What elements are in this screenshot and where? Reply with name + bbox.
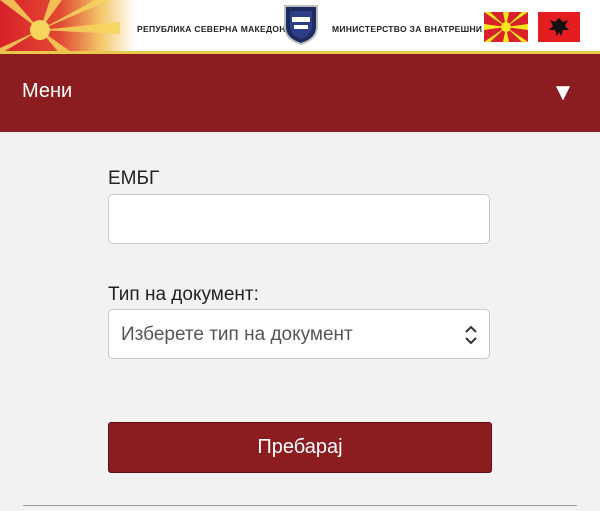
menu-bar[interactable]: Мени ▼ [0, 54, 600, 132]
albania-flag-icon [538, 12, 580, 42]
header-banner: РЕПУБЛИКА СЕВЕРНА МАКЕДОНИЈА МИНИСТЕРСТВ… [0, 0, 600, 54]
embg-label: ЕМБГ [108, 168, 160, 189]
embg-input[interactable] [108, 194, 490, 244]
sun-rays-icon [0, 0, 120, 54]
document-type-label: Тип на документ: [108, 284, 259, 305]
police-emblem-icon [284, 5, 318, 45]
search-button[interactable]: Пребарај [108, 422, 492, 473]
menu-label[interactable]: Мени [22, 80, 72, 103]
footer-divider [23, 505, 577, 506]
select-updown-chevron-icon [465, 325, 477, 345]
document-type-selected-value: Изберете тип на документ [121, 324, 353, 345]
country-name: РЕПУБЛИКА СЕВЕРНА МАКЕДОНИЈА [137, 24, 304, 34]
menu-toggle-chevron-down-icon[interactable]: ▼ [548, 78, 578, 108]
flag-background [0, 0, 135, 54]
macedonia-flag-icon [484, 12, 528, 42]
document-type-select[interactable]: Изберете тип на документ [108, 309, 490, 359]
